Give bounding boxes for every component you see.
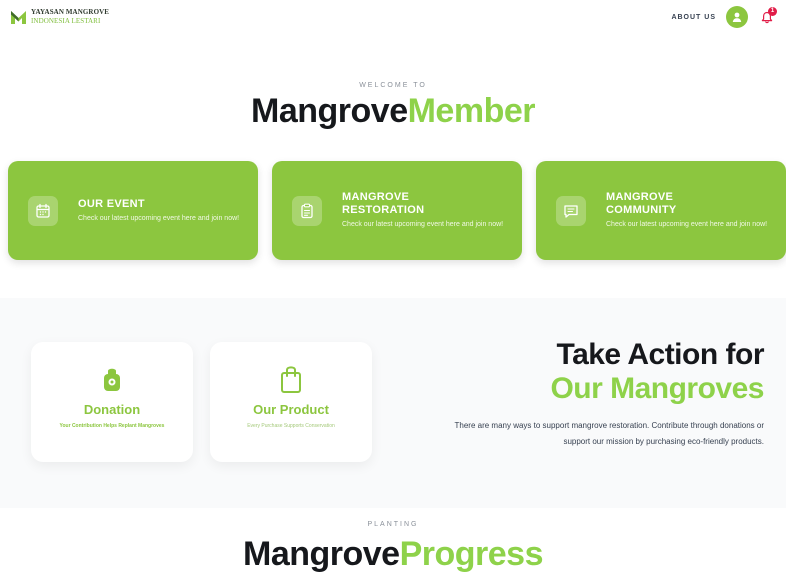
donation-bag-icon — [101, 364, 123, 394]
welcome-eyebrow: WELCOME TO — [359, 82, 427, 89]
our-product-subtitle: Every Purchase Supports Conservation — [247, 423, 335, 429]
progress-title: MangroveProgress — [0, 535, 786, 574]
logo-line1: YAYASAN MANGROVE — [31, 8, 110, 16]
card-title: MANGROVE RESTORATION — [342, 191, 425, 216]
donation-card[interactable]: Donation Your Contribution Helps Replant… — [31, 342, 193, 462]
card-body: OUR EVENT Check our latest upcoming even… — [78, 198, 239, 224]
card-our-event[interactable]: OUR EVENT Check our latest upcoming even… — [8, 161, 258, 260]
logo-line2: INDONESIA LESTARI — [31, 17, 101, 25]
donation-title: Donation — [83, 402, 141, 417]
shopping-bag-icon — [279, 364, 303, 394]
nav-about-us-link[interactable]: ABOUT US — [671, 14, 716, 21]
take-action-heading: Take Action for Our Mangroves — [550, 338, 764, 406]
take-action-description: There are many ways to support mangrove … — [454, 421, 765, 446]
logo[interactable]: YAYASAN MANGROVE INDONESIA LESTARI — [10, 8, 109, 26]
clipboard-icon — [292, 195, 322, 226]
card-description: Check our latest upcoming event here and… — [606, 221, 768, 228]
feature-cards: OUR EVENT Check our latest upcoming even… — [8, 161, 786, 260]
message-icon — [556, 195, 586, 226]
logo-text: YAYASAN MANGROVE INDONESIA LESTARI — [31, 8, 109, 26]
page: YAYASAN MANGROVE INDONESIA LESTARI ABOUT… — [0, 0, 786, 580]
calendar-icon — [28, 195, 58, 226]
donation-subtitle: Your Contribution Helps Replant Mangrove… — [59, 423, 165, 429]
card-body: MANGROVE COMMUNITY Check our latest upco… — [606, 191, 767, 230]
our-product-card[interactable]: Our Product Every Purchase Supports Cons… — [210, 342, 372, 462]
page-title-green: Member — [407, 92, 536, 130]
take-action-heading-green: Our Mangroves — [550, 372, 764, 405]
card-body: MANGROVE RESTORATION Check our latest up… — [342, 191, 503, 230]
our-product-title: Our Product — [253, 402, 329, 417]
progress-title-dark: Mangrove — [243, 535, 400, 573]
take-action-section: Donation Your Contribution Helps Replant… — [0, 298, 786, 508]
progress-title-green: Progress — [399, 535, 544, 573]
top-nav: ABOUT US 1 — [671, 6, 777, 28]
planting-eyebrow: PLANTING — [367, 521, 419, 528]
take-action-heading-dark: Take Action for — [556, 338, 764, 371]
page-title-dark: Mangrove — [251, 92, 408, 130]
card-mangrove-community[interactable]: MANGROVE COMMUNITY Check our latest upco… — [536, 161, 786, 260]
logo-mark-icon — [10, 9, 27, 25]
page-title: MangroveMember — [0, 92, 786, 131]
notification-count-badge: 1 — [768, 7, 777, 16]
card-title: MANGROVE COMMUNITY — [606, 191, 677, 216]
user-avatar-button[interactable] — [726, 6, 748, 28]
card-title: OUR EVENT — [78, 197, 145, 210]
card-description: Check our latest upcoming event here and… — [78, 214, 240, 222]
user-icon — [732, 12, 742, 22]
top-header: YAYASAN MANGROVE INDONESIA LESTARI ABOUT… — [0, 0, 786, 34]
card-mangrove-restoration[interactable]: MANGROVE RESTORATION Check our latest up… — [272, 161, 522, 260]
notifications-button[interactable]: 1 — [758, 7, 777, 26]
card-description: Check our latest upcoming event here and… — [342, 221, 504, 228]
